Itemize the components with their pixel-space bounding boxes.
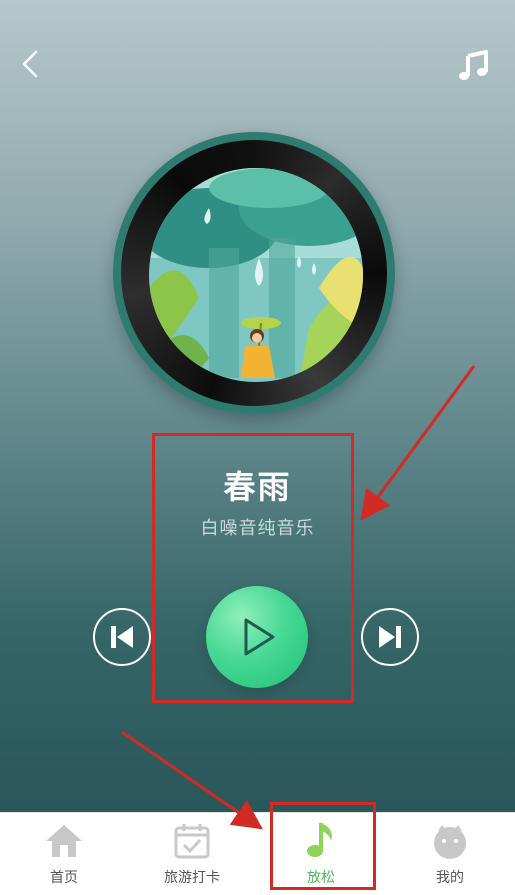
nav-label-home: 首页 [50, 870, 78, 886]
album-disc [108, 132, 406, 414]
nav-label-travel-checkin: 旅游打卡 [164, 870, 220, 886]
nav-relax-highlight [270, 802, 376, 890]
album-artwork [149, 168, 363, 382]
skip-previous-icon [111, 626, 133, 648]
next-track-button[interactable] [361, 608, 419, 666]
back-button[interactable] [14, 46, 50, 82]
profile-icon [434, 825, 466, 859]
nav-label-mine: 我的 [436, 870, 464, 886]
bottom-nav: 首页 旅游打卡 放松 我的 [0, 812, 515, 895]
music-toggle-button[interactable] [456, 48, 492, 84]
previous-track-button[interactable] [93, 608, 151, 666]
nav-item-home[interactable]: 首页 [0, 813, 128, 895]
calendar-check-icon [174, 824, 210, 859]
skip-next-icon [379, 626, 401, 648]
music-note-icon [459, 50, 488, 80]
player-screen: 春雨 白噪音纯音乐 [0, 0, 515, 812]
nav-item-travel-checkin[interactable]: 旅游打卡 [128, 813, 256, 895]
player-info-highlight [152, 433, 354, 703]
nav-item-mine[interactable]: 我的 [386, 813, 514, 895]
home-icon [46, 825, 82, 857]
chevron-left-icon [22, 50, 38, 78]
